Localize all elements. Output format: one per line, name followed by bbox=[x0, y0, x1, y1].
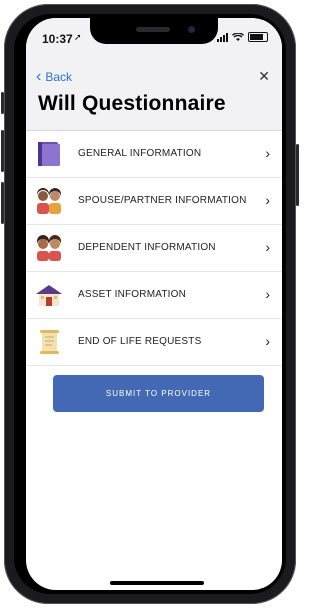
chevron-right-icon: › bbox=[265, 333, 270, 349]
navigation-bar: ‹ Back ✕ Will Questionnaire bbox=[26, 58, 282, 131]
earpiece-speaker bbox=[136, 27, 170, 32]
battery-icon bbox=[248, 32, 268, 42]
volume-down-button bbox=[1, 182, 4, 224]
scroll-icon bbox=[40, 330, 59, 354]
binder-icon bbox=[38, 142, 60, 166]
list-item-asset-information[interactable]: ASSET INFORMATION › bbox=[26, 272, 282, 319]
power-button bbox=[296, 144, 299, 206]
home-indicator[interactable] bbox=[110, 581, 204, 585]
screen: 10:37 ➚ ‹ Back ✕ Will Questionnaire GENE… bbox=[26, 18, 282, 590]
couple-icon bbox=[37, 188, 61, 214]
dependents-icon bbox=[37, 235, 61, 261]
list-item-label: ASSET INFORMATION bbox=[78, 289, 187, 300]
section-list: GENERAL INFORMATION › SPOUSE/PARTNER INF… bbox=[26, 131, 282, 366]
cellular-signal-icon bbox=[217, 32, 228, 42]
chevron-right-icon: › bbox=[265, 145, 270, 161]
wifi-icon bbox=[232, 32, 244, 41]
list-item-label: END OF LIFE REQUESTS bbox=[78, 336, 202, 347]
close-button[interactable]: ✕ bbox=[258, 68, 270, 85]
chevron-right-icon: › bbox=[265, 239, 270, 255]
front-camera bbox=[188, 26, 195, 33]
back-button[interactable]: ‹ Back bbox=[36, 68, 73, 85]
list-item-end-of-life-requests[interactable]: END OF LIFE REQUESTS › bbox=[26, 319, 282, 366]
chevron-left-icon: ‹ bbox=[36, 68, 42, 85]
chevron-right-icon: › bbox=[265, 286, 270, 302]
status-time: 10:37 bbox=[42, 32, 73, 46]
status-icons bbox=[217, 32, 268, 42]
list-item-spouse-partner-information[interactable]: SPOUSE/PARTNER INFORMATION › bbox=[26, 178, 282, 225]
list-item-label: GENERAL INFORMATION bbox=[78, 148, 202, 159]
volume-up-button bbox=[1, 130, 4, 172]
list-item-label: DEPENDENT INFORMATION bbox=[78, 242, 216, 253]
list-item-general-information[interactable]: GENERAL INFORMATION › bbox=[26, 131, 282, 178]
location-arrow-icon: ➚ bbox=[74, 32, 82, 42]
notch bbox=[90, 18, 218, 44]
mute-switch bbox=[1, 92, 4, 114]
page-title: Will Questionnaire bbox=[38, 92, 226, 115]
list-item-dependent-information[interactable]: DEPENDENT INFORMATION › bbox=[26, 225, 282, 272]
chevron-right-icon: › bbox=[265, 192, 270, 208]
back-label: Back bbox=[45, 70, 73, 84]
submit-to-provider-button[interactable]: SUBMIT TO PROVIDER bbox=[53, 375, 264, 412]
house-icon bbox=[36, 285, 62, 306]
list-item-label: SPOUSE/PARTNER INFORMATION bbox=[78, 195, 247, 206]
